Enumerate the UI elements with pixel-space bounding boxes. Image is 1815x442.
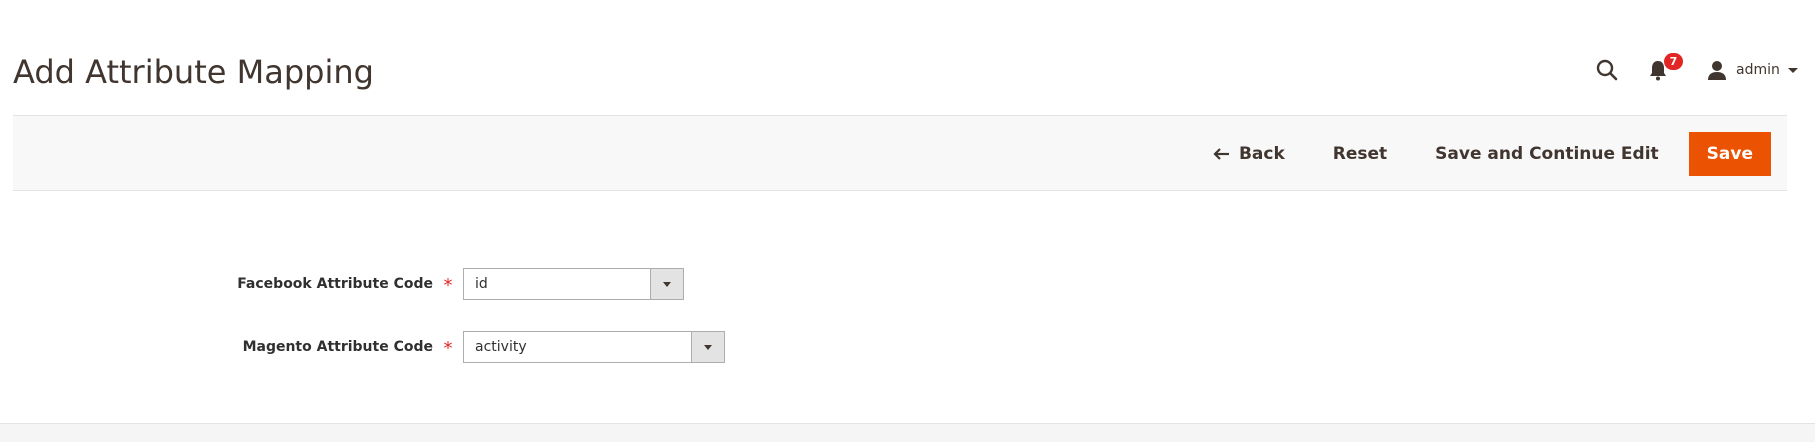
save-and-continue-button[interactable]: Save and Continue Edit <box>1411 132 1683 176</box>
chevron-down-icon <box>1787 67 1798 73</box>
magento-attribute-code-select[interactable]: activity <box>463 331 725 363</box>
arrow-left-icon <box>1213 148 1229 160</box>
caret-down-icon <box>663 281 671 287</box>
field-label: Magento Attribute Code <box>242 339 433 355</box>
page-footer-divider <box>0 423 1815 442</box>
form-field-facebook-attribute-code: Facebook Attribute Code * id <box>0 267 684 301</box>
notifications-count-badge: 7 <box>1664 53 1683 70</box>
select-value: id <box>475 276 488 292</box>
user-account-menu[interactable]: admin <box>1706 56 1798 84</box>
form-field-magento-attribute-code: Magento Attribute Code * activity <box>0 330 725 364</box>
admin-header-actions: 7 admin <box>1415 52 1815 86</box>
select-toggle[interactable] <box>691 332 724 362</box>
select-toggle[interactable] <box>650 269 683 299</box>
back-button-label: Back <box>1238 144 1285 164</box>
field-label: Facebook Attribute Code <box>237 276 433 292</box>
facebook-attribute-code-select[interactable]: id <box>463 268 684 300</box>
back-button[interactable]: Back <box>1187 132 1309 176</box>
save-button[interactable]: Save <box>1688 132 1771 176</box>
required-marker: * <box>443 274 453 296</box>
required-marker: * <box>443 337 453 359</box>
user-name: admin <box>1736 62 1780 78</box>
user-icon <box>1708 61 1726 80</box>
page-actions-bar: Back Reset Save and Continue Edit Save <box>13 115 1787 191</box>
page-title: Add Attribute Mapping <box>13 53 374 91</box>
reset-button[interactable]: Reset <box>1309 132 1411 176</box>
notifications-button[interactable]: 7 <box>1646 53 1683 84</box>
search-icon <box>1596 59 1618 81</box>
search-button[interactable] <box>1593 56 1621 84</box>
caret-down-icon <box>704 344 712 350</box>
select-value: activity <box>475 339 527 355</box>
page-actions-buttons: Back Reset Save and Continue Edit Save <box>1187 132 1771 176</box>
